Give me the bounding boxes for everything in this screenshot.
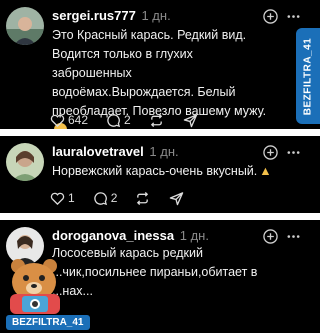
avatar[interactable]	[6, 143, 44, 181]
reply-count: 2	[110, 191, 118, 205]
comment-icon	[93, 191, 107, 205]
comment-text-content: Норвежский карась-очень вкусный.	[52, 164, 258, 178]
add-icon[interactable]	[263, 229, 278, 244]
add-icon[interactable]	[263, 145, 278, 160]
comment-date: 1 дн.	[149, 144, 179, 159]
separator	[0, 213, 320, 220]
share-button[interactable]	[169, 191, 187, 206]
comment-text-content: Это Красный карась. Редкий вид. Водится …	[52, 28, 267, 118]
username[interactable]: sergei.rus777	[52, 8, 136, 23]
bear-mascot-icon	[10, 259, 60, 314]
reply-button[interactable]: 2	[93, 191, 120, 206]
reply-count: 2	[124, 113, 131, 127]
comment-text: Норвежский карась-очень вкусный. ▲	[52, 162, 274, 181]
comment-header: lauralovetravel 1 дн.	[52, 144, 179, 159]
username[interactable]: lauralovetravel	[52, 144, 144, 159]
username[interactable]: doroganova_inessa	[52, 228, 174, 243]
watermark-vertical-text: BEZFILTRA_41	[302, 37, 314, 115]
heart-icon	[50, 192, 65, 205]
share-icon	[170, 191, 184, 205]
reply-button[interactable]: 2	[106, 113, 133, 128]
repost-icon	[150, 113, 162, 127]
watermark-bottom-text: BEZFILTRA_41	[12, 317, 84, 328]
watermark-vertical: BEZFILTRA_41	[296, 28, 320, 124]
comment-header: sergei.rus777 1 дн.	[52, 8, 171, 23]
watermark-bottom: BEZFILTRA_41	[6, 315, 90, 330]
comment-actions: 642 2	[50, 111, 217, 129]
comment-card: sergei.rus777 1 дн. Это Красный карась. …	[0, 0, 320, 136]
repost-icon	[137, 191, 149, 205]
comment-text: Лососевый карась редкий ...чик,посильнее…	[52, 244, 274, 301]
repost-button[interactable]	[149, 113, 167, 128]
comment-actions: 1 2	[50, 189, 203, 207]
comment-header: doroganova_inessa 1 дн.	[52, 228, 209, 243]
repost-button[interactable]	[135, 191, 153, 206]
separator	[0, 129, 320, 136]
like-count: 1	[68, 191, 75, 205]
heart-icon	[50, 114, 65, 127]
more-icon[interactable]	[286, 229, 301, 244]
add-icon[interactable]	[263, 9, 278, 24]
like-button[interactable]: 642	[50, 113, 90, 128]
thumbs-up-emoji-icon: ▲	[259, 164, 272, 178]
comment-card: lauralovetravel 1 дн. Норвежский карась-…	[0, 136, 320, 213]
share-button[interactable]	[183, 113, 201, 128]
comment-text-content: Лососевый карась редкий ...чик,посильнее…	[52, 246, 258, 298]
like-button[interactable]: 1	[50, 191, 77, 206]
like-count: 642	[68, 113, 89, 127]
more-icon[interactable]	[286, 9, 301, 24]
share-icon	[183, 113, 197, 127]
more-icon[interactable]	[286, 145, 301, 160]
comment-date: 1 дн.	[179, 228, 209, 243]
comment-date: 1 дн.	[141, 8, 171, 23]
avatar[interactable]	[6, 7, 44, 45]
comment-icon	[107, 113, 121, 127]
